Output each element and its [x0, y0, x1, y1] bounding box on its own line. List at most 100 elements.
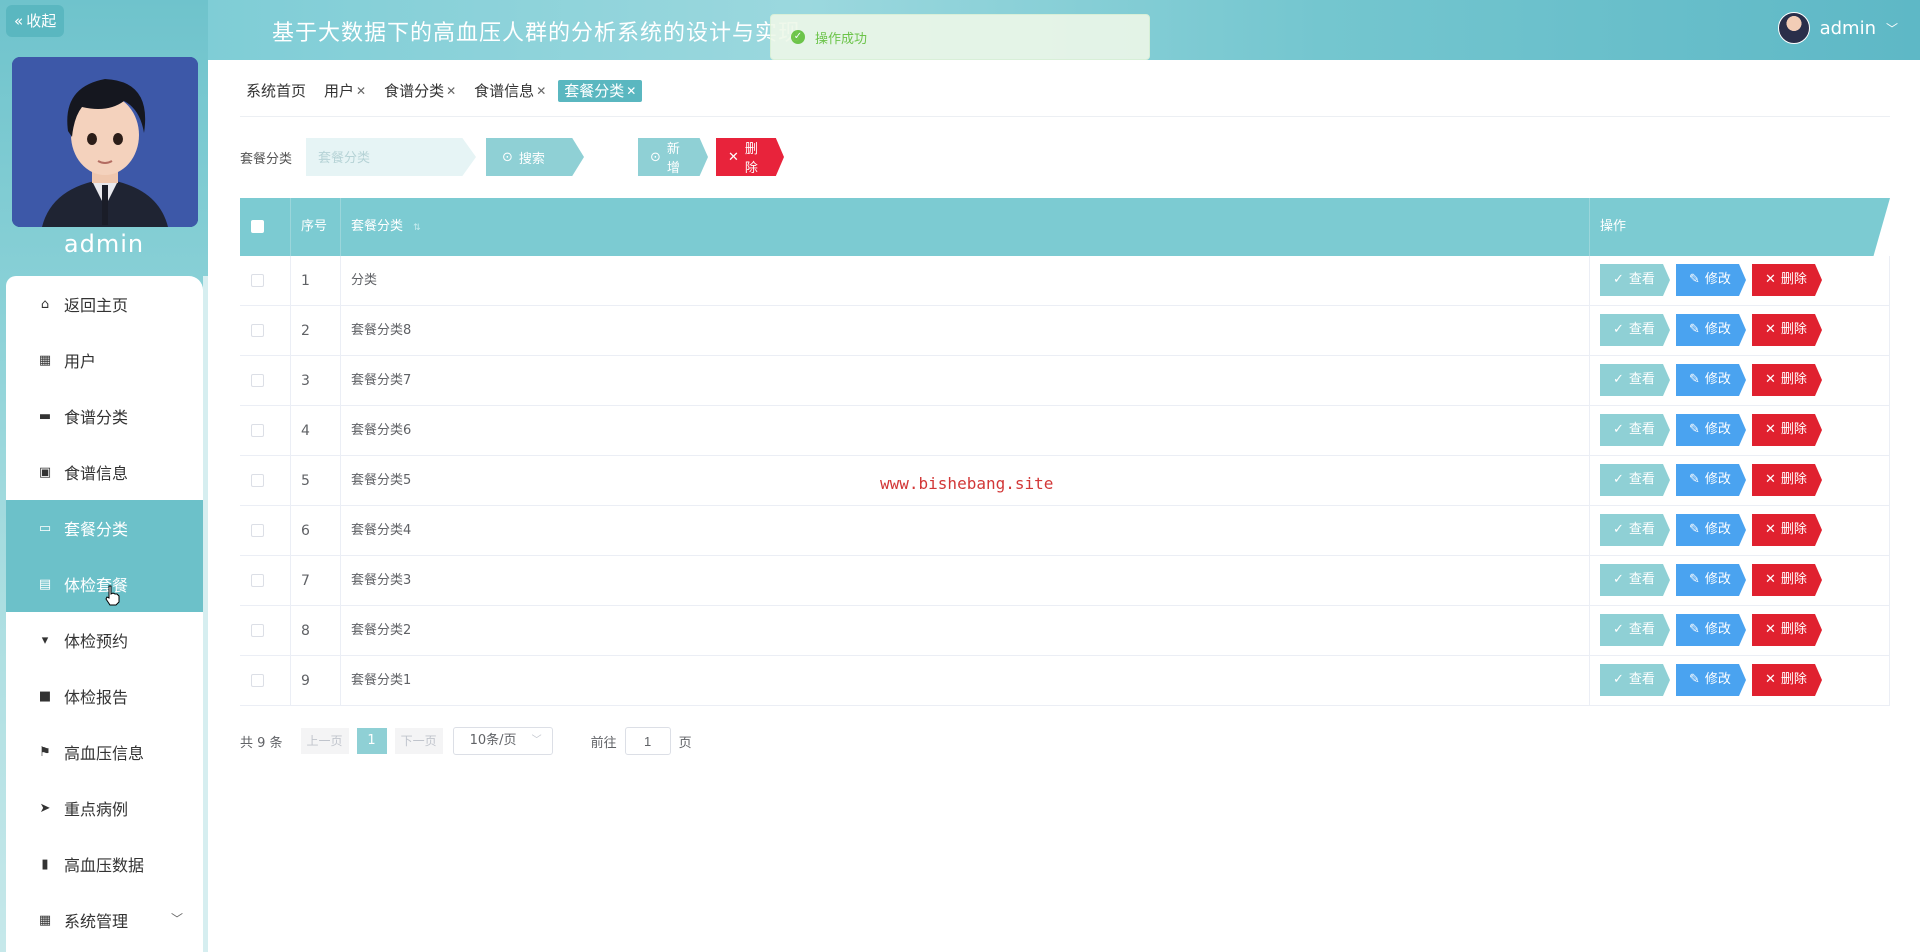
row-checkbox[interactable]	[251, 574, 264, 587]
page-tabs: 系统首页 用户 ✕ 食谱分类 ✕ 食谱信息 ✕ 套餐分类 ✕	[240, 80, 643, 104]
close-icon: ✕	[1765, 272, 1776, 287]
row-delete-button[interactable]: ✕ 删除	[1752, 414, 1822, 446]
edit-button[interactable]: ✎ 修改	[1676, 464, 1746, 496]
row-delete-button[interactable]: ✕ 删除	[1752, 564, 1822, 596]
row-delete-button[interactable]: ✕ 删除	[1752, 664, 1822, 696]
row-checkbox-cell	[240, 356, 290, 406]
row-index: 2	[290, 306, 340, 356]
view-button[interactable]: ✓ 查看	[1600, 464, 1670, 496]
view-button-label: 查看	[1628, 272, 1655, 287]
table-row: 9 套餐分类1 ✓ 查看 ✎ 修改 ✕ 删除	[240, 656, 1890, 706]
column-header-label: 套餐分类	[351, 219, 404, 234]
row-delete-button[interactable]: ✕ 删除	[1752, 514, 1822, 546]
sidebar-item-recipe-category[interactable]: ▬ 食谱分类	[6, 388, 203, 444]
delete-button-label: 删除	[744, 142, 758, 176]
row-delete-button[interactable]: ✕ 删除	[1752, 464, 1822, 496]
user-menu[interactable]: admin ﹀	[1777, 12, 1898, 44]
column-header-name[interactable]: 套餐分类 ⇅	[340, 198, 1590, 256]
select-all-checkbox[interactable]	[251, 220, 264, 233]
tab-home[interactable]: 系统首页	[240, 80, 312, 102]
edit-button[interactable]: ✎ 修改	[1676, 364, 1746, 396]
row-delete-button[interactable]: ✕ 删除	[1752, 364, 1822, 396]
search-label: 套餐分类	[240, 152, 293, 167]
tab-label: 套餐分类	[564, 82, 625, 100]
sidebar-scrollbar[interactable]	[203, 276, 208, 952]
row-checkbox[interactable]	[251, 274, 264, 287]
row-checkbox[interactable]	[251, 674, 264, 687]
sidebar-item-exam-appointment[interactable]: ▾ 体检预约	[6, 612, 203, 668]
page-size-select[interactable]: 10条/页 ﹀	[452, 727, 553, 755]
sort-icon[interactable]: ⇅	[413, 223, 421, 233]
view-button[interactable]: ✓ 查看	[1600, 264, 1670, 296]
edit-button[interactable]: ✎ 修改	[1676, 414, 1746, 446]
page-number-button[interactable]: 1	[356, 728, 387, 754]
edit-icon: ✎	[1689, 572, 1700, 587]
column-header-ops: 操作	[1589, 198, 1890, 256]
close-icon[interactable]: ✕	[626, 80, 636, 102]
sidebar-item-hypertension-data[interactable]: ▮ 高血压数据	[6, 836, 203, 892]
row-checkbox[interactable]	[251, 524, 264, 537]
sidebar-item-system-management[interactable]: ▦ 系统管理 ﹀	[6, 892, 203, 948]
edit-button[interactable]: ✎ 修改	[1676, 264, 1746, 296]
row-checkbox[interactable]	[251, 324, 264, 337]
add-icon: ⊙	[650, 149, 661, 165]
edit-button[interactable]: ✎ 修改	[1676, 614, 1746, 646]
row-checkbox[interactable]	[251, 374, 264, 387]
next-page-button[interactable]: 下一页	[394, 728, 443, 754]
tab-recipe-info[interactable]: 食谱信息 ✕	[468, 80, 552, 102]
close-icon[interactable]: ✕	[536, 80, 546, 102]
sidebar-item-home[interactable]: ⌂ 返回主页	[6, 276, 203, 332]
edit-button[interactable]: ✎ 修改	[1676, 314, 1746, 346]
row-checkbox[interactable]	[251, 474, 264, 487]
row-delete-button[interactable]: ✕ 删除	[1752, 264, 1822, 296]
close-icon[interactable]: ✕	[356, 80, 366, 102]
goto-page-input[interactable]	[624, 727, 671, 755]
view-button[interactable]: ✓ 查看	[1600, 314, 1670, 346]
table-row: 6 套餐分类4 ✓ 查看 ✎ 修改 ✕ 删除	[240, 506, 1890, 556]
row-index: 1	[290, 256, 340, 306]
edit-button[interactable]: ✎ 修改	[1676, 514, 1746, 546]
view-button[interactable]: ✓ 查看	[1600, 664, 1670, 696]
tab-package-category[interactable]: 套餐分类 ✕	[558, 80, 643, 102]
sidebar-item-hypertension-info[interactable]: ⚑ 高血压信息	[6, 724, 203, 780]
tab-recipe-category[interactable]: 食谱分类 ✕	[378, 80, 462, 102]
view-button-label: 查看	[1628, 522, 1655, 537]
sidebar-item-recipe-info[interactable]: ▣ 食谱信息	[6, 444, 203, 500]
edit-button-label: 修改	[1704, 522, 1731, 537]
search-button[interactable]: ⊙ 搜索	[486, 138, 584, 176]
delete-button-label: 删除	[1780, 372, 1807, 387]
search-input[interactable]	[306, 138, 476, 176]
sidebar-item-users[interactable]: ▦ 用户	[6, 332, 203, 388]
view-button[interactable]: ✓ 查看	[1600, 614, 1670, 646]
add-button[interactable]: ⊙ 新增	[638, 138, 708, 176]
sidebar-item-exam-report[interactable]: ■ 体检报告	[6, 668, 203, 724]
table-row: 1 分类 ✓ 查看 ✎ 修改 ✕ 删除	[240, 256, 1890, 306]
row-delete-button[interactable]: ✕ 删除	[1752, 314, 1822, 346]
table-header: 序号 套餐分类 ⇅ 操作	[240, 198, 1890, 256]
grid-icon: ▦	[38, 912, 52, 928]
view-button[interactable]: ✓ 查看	[1600, 564, 1670, 596]
prev-page-button[interactable]: 上一页	[300, 728, 349, 754]
sidebar-item-key-cases[interactable]: ➤ 重点病例	[6, 780, 203, 836]
sidebar-item-package-category[interactable]: ▭ 套餐分类	[6, 500, 203, 556]
send-icon: ➤	[39, 800, 51, 816]
delete-button-label: 删除	[1780, 522, 1807, 537]
sidebar-item-label: 体检报告	[64, 688, 129, 707]
row-delete-button[interactable]: ✕ 删除	[1752, 614, 1822, 646]
check-icon: ✓	[1613, 272, 1624, 287]
row-checkbox-cell	[240, 606, 290, 656]
row-checkbox[interactable]	[251, 424, 264, 437]
delete-button[interactable]: ✕ 删除	[716, 138, 784, 176]
edit-button[interactable]: ✎ 修改	[1676, 664, 1746, 696]
edit-button[interactable]: ✎ 修改	[1676, 564, 1746, 596]
tab-users[interactable]: 用户 ✕	[318, 80, 372, 102]
collapse-button[interactable]: « 收起	[6, 5, 65, 37]
sidebar-menu: ⌂ 返回主页 ▦ 用户 ▬ 食谱分类 ▣ 食谱信息 ▭ 套餐分类 ▤ 体检套餐 …	[6, 276, 203, 952]
view-button[interactable]: ✓ 查看	[1600, 514, 1670, 546]
pagination-total: 共 9 条	[240, 735, 283, 751]
view-button[interactable]: ✓ 查看	[1600, 414, 1670, 446]
close-icon[interactable]: ✕	[446, 80, 456, 102]
row-checkbox[interactable]	[251, 624, 264, 637]
view-button[interactable]: ✓ 查看	[1600, 364, 1670, 396]
avatar	[1777, 12, 1810, 44]
